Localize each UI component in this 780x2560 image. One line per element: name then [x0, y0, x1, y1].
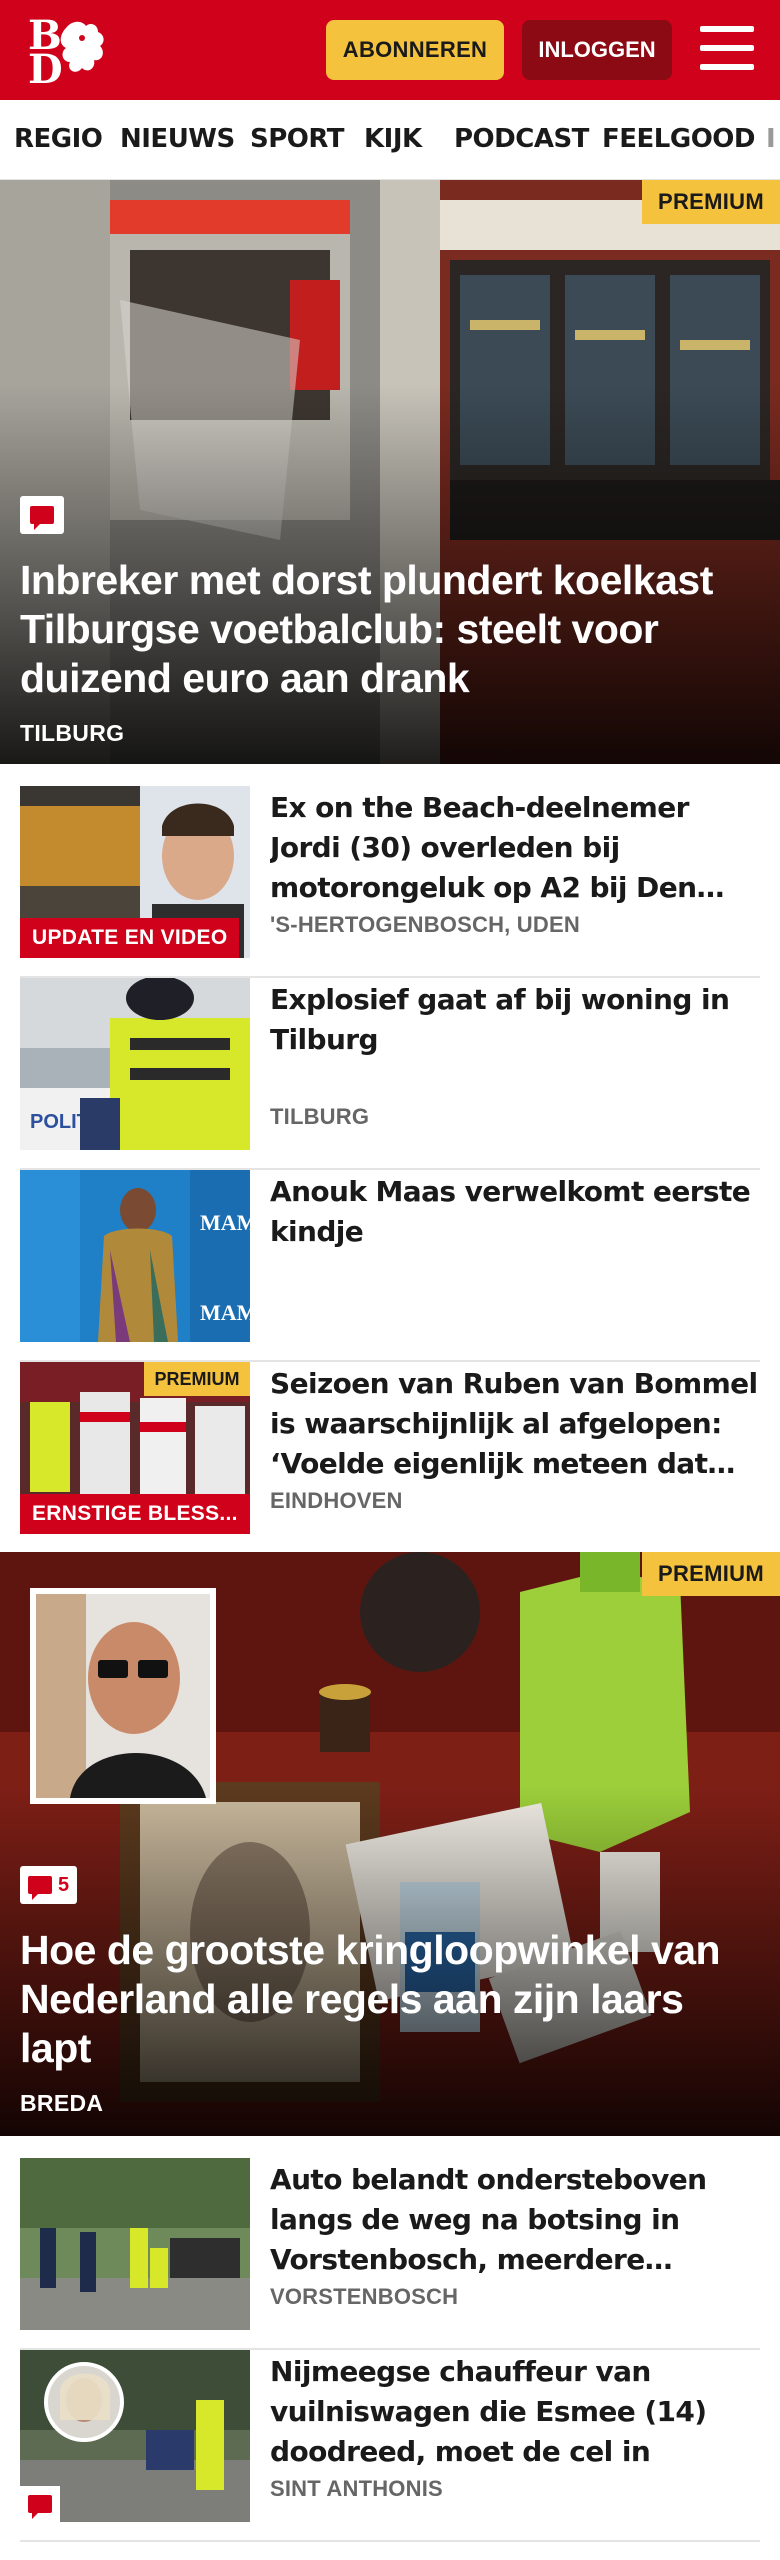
nav-item-overflow[interactable]: I [766, 124, 776, 154]
top-bar: B D ABONNEREN INLOGGEN [0, 0, 780, 100]
premium-badge: PREMIUM [642, 180, 780, 224]
nav-item-feelgood[interactable]: FEELGOOD [602, 124, 755, 154]
hero-article[interactable]: PREMIUM 5 Hoe de grootste kringloopwinke… [0, 1552, 780, 2136]
lion-icon [60, 21, 104, 72]
hero-location: BREDA [20, 2090, 104, 2116]
article-label: ERNSTIGE BLESS... [20, 1494, 250, 1534]
premium-badge: PREMIUM [642, 1552, 780, 1596]
article-thumbnail [20, 2158, 250, 2330]
nav-item-podcast[interactable]: PODCAST [454, 124, 589, 154]
article-thumbnail: PREMIUM ERNSTIGE BLESS... [20, 1362, 250, 1534]
section-nav: REGIO NIEUWS SPORT KIJK PODCAST FEELGOOD… [0, 100, 780, 180]
comment-icon [28, 2495, 52, 2519]
comment-badge [20, 496, 64, 534]
subscribe-button[interactable]: ABONNEREN [326, 20, 504, 80]
article-thumbnail [20, 2350, 250, 2522]
article-title[interactable]: Seizoen van Ruben van Bommel is waarschi… [270, 1364, 760, 1484]
login-button[interactable]: INLOGGEN [522, 20, 672, 80]
article-title[interactable]: Ex on the Beach-deelnemer Jordi (30) ove… [270, 788, 760, 908]
list-item[interactable]: PREMIUM ERNSTIGE BLESS... Seizoen van Ru… [20, 1362, 760, 1554]
comment-badge [20, 2486, 60, 2522]
article-label: UPDATE EN VIDEO [20, 918, 240, 958]
list-item[interactable]: MAM MAM Anouk Maas verwelkomt eerste kin… [20, 1170, 760, 1362]
list-item[interactable]: Nijmeegse chauffeur van vuilniswagen die… [20, 2350, 760, 2542]
nav-item-sport[interactable]: SPORT [250, 124, 344, 154]
list-item[interactable]: POLITI Explosief gaat af bij woning in T… [20, 978, 760, 1170]
comment-count: 5 [58, 1873, 70, 1896]
nav-item-kijk[interactable]: KIJK [364, 124, 422, 154]
article-title[interactable]: Explosief gaat af bij woning in Tilburg [270, 980, 760, 1060]
article-location: 'S-HERTOGENBOSCH, UDEN [270, 912, 580, 937]
hero-article[interactable]: PREMIUM Inbreker met dorst plundert koel… [0, 180, 780, 764]
article-thumbnail: MAM MAM [20, 1170, 250, 1342]
comment-icon [30, 506, 54, 530]
article-thumbnail: POLITI [20, 978, 250, 1150]
article-location: TILBURG [270, 1104, 370, 1129]
hero-title[interactable]: Inbreker met dorst plundert koelkast Til… [20, 556, 760, 703]
article-location: VORSTENBOSCH [270, 2284, 459, 2309]
list-item[interactable]: UPDATE EN VIDEO Ex on the Beach-deelneme… [20, 786, 760, 978]
article-location: SINT ANTHONIS [270, 2476, 443, 2501]
article-location: EINDHOVEN [270, 1488, 403, 1513]
article-title[interactable]: Anouk Maas verwelkomt eerste kindje [270, 1172, 760, 1252]
svg-text:MAM: MAM [200, 1300, 250, 1325]
list-item[interactable]: Auto belandt ondersteboven langs de weg … [20, 2158, 760, 2350]
comment-badge: 5 [20, 1866, 78, 1904]
article-title[interactable]: Nijmeegse chauffeur van vuilniswagen die… [270, 2352, 760, 2472]
article-thumbnail: UPDATE EN VIDEO [20, 786, 250, 958]
hero-title[interactable]: Hoe de grootste kringloopwinkel van Nede… [20, 1926, 760, 2073]
hero-location: TILBURG [20, 720, 125, 746]
hamburger-icon[interactable] [700, 24, 754, 72]
bd-logo[interactable]: B D [22, 16, 114, 90]
nav-item-nieuws[interactable]: NIEUWS [120, 124, 235, 154]
svg-text:MAM: MAM [200, 1210, 250, 1235]
author-portrait [30, 1588, 216, 1804]
comment-icon [28, 1876, 52, 1900]
premium-badge: PREMIUM [144, 1362, 250, 1396]
nav-item-regio[interactable]: REGIO [14, 124, 103, 154]
article-title[interactable]: Auto belandt ondersteboven langs de weg … [270, 2160, 760, 2280]
